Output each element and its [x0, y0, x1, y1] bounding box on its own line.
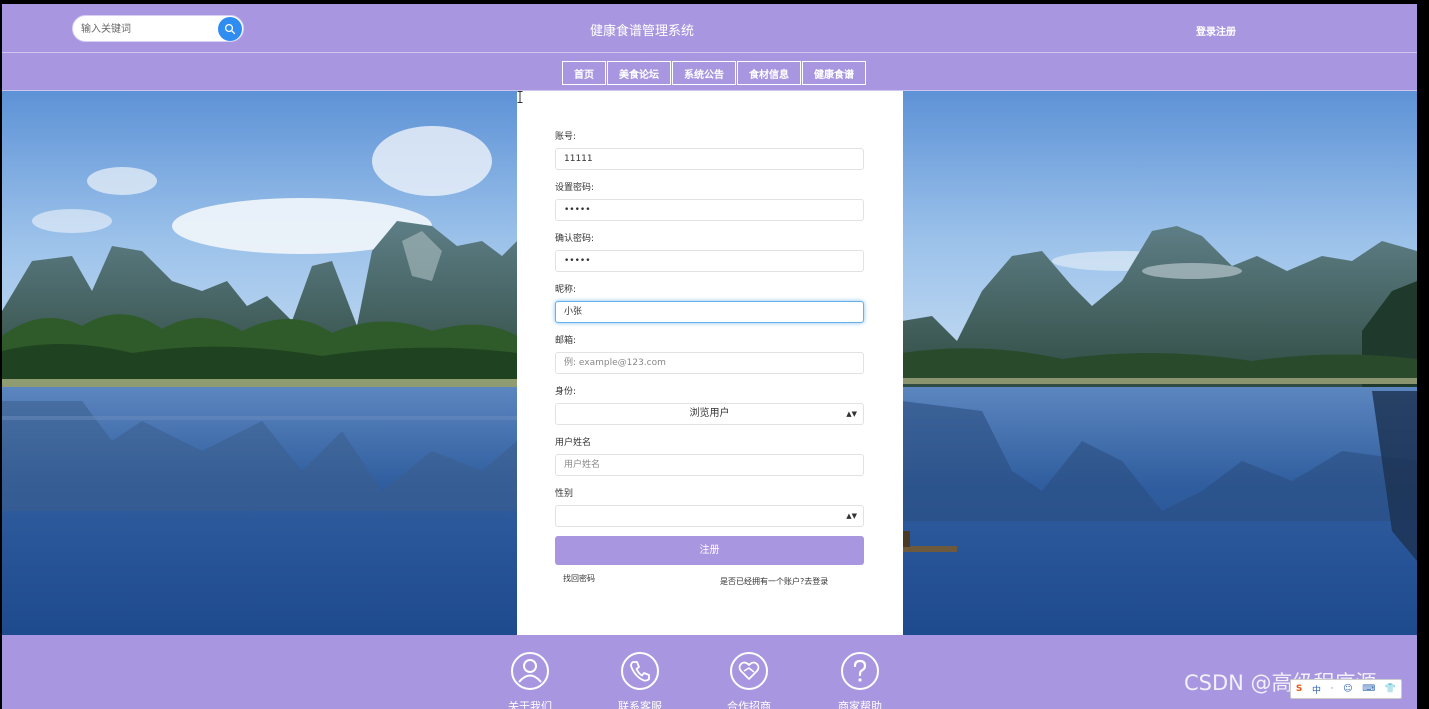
nav-announcements[interactable]: 系统公告 [672, 61, 736, 85]
identity-select-value: 浏览用户 [689, 408, 730, 419]
password-label: 设置密码: [555, 183, 595, 193]
footer-label: 合作招商 [727, 700, 771, 709]
ime-logo-icon: S [1295, 684, 1303, 694]
ime-skin-icon[interactable]: 👕 [1385, 684, 1396, 694]
nav-food-forum[interactable]: 美食论坛 [607, 61, 671, 85]
handshake-icon [730, 652, 768, 690]
hero-background: 账号: 11111 设置密码: ••••• 确认密码: ••••• 昵称: 小张… [2, 91, 1417, 635]
site-title: 健康食谱管理系统 [589, 24, 694, 39]
text-cursor-icon [517, 91, 523, 103]
ime-toolbar[interactable]: S 中 · ☺ ⌨ 👕 [1290, 679, 1402, 699]
ime-punct[interactable]: · [1331, 684, 1334, 694]
account-label: 账号: [555, 132, 577, 142]
ime-keyboard-icon[interactable]: ⌨ [1362, 684, 1375, 694]
nav-home[interactable]: 首页 [562, 61, 606, 85]
help-icon [841, 652, 879, 690]
top-header: 健康食谱管理系统 登录注册 [2, 4, 1417, 52]
footer-label: 关于我们 [508, 700, 552, 709]
select-arrows-icon: ▲▼ [846, 410, 857, 418]
phone-icon [621, 652, 659, 690]
forgot-password-link[interactable]: 找回密码 [563, 573, 595, 584]
footer-label: 商家帮助 [838, 700, 882, 709]
footer-about-us[interactable]: 关于我们 [490, 651, 570, 709]
identity-label: 身份: [555, 387, 577, 397]
person-icon [511, 652, 549, 690]
email-label: 邮箱: [555, 336, 577, 346]
footer-merchant-help[interactable]: 商家帮助 [820, 651, 900, 709]
nav-healthy-recipes[interactable]: 健康食谱 [802, 61, 866, 85]
register-form-panel: 账号: 11111 设置密码: ••••• 确认密码: ••••• 昵称: 小张… [517, 91, 903, 635]
realname-input[interactable] [555, 454, 864, 476]
nickname-input[interactable]: 小张 [555, 301, 864, 323]
realname-label: 用户姓名 [555, 438, 592, 448]
footer-label: 联系客服 [618, 700, 662, 709]
password-input[interactable]: ••••• [555, 199, 864, 221]
gender-label: 性别 [555, 489, 574, 499]
nickname-label: 昵称: [555, 285, 577, 295]
confirm-password-input[interactable]: ••••• [555, 250, 864, 272]
login-register-link[interactable]: 登录注册 [1196, 23, 1236, 38]
nav-ingredients[interactable]: 食材信息 [737, 61, 801, 85]
gender-select[interactable]: ▲▼ [555, 505, 864, 527]
footer-partnership[interactable]: 合作招商 [709, 651, 789, 709]
select-arrows-icon: ▲▼ [846, 512, 857, 520]
ime-mode[interactable]: 中 [1312, 683, 1321, 696]
account-input[interactable]: 11111 [555, 148, 864, 170]
footer-contact-service[interactable]: 联系客服 [600, 651, 680, 709]
main-nav: 首页 美食论坛 系统公告 食材信息 健康食谱 [2, 52, 1417, 91]
ime-emoji-icon[interactable]: ☺ [1343, 684, 1352, 694]
identity-select[interactable]: 浏览用户 ▲▼ [555, 403, 864, 425]
register-button[interactable]: 注册 [555, 536, 864, 565]
nav-items: 首页 美食论坛 系统公告 食材信息 健康食谱 [562, 61, 867, 85]
confirm-password-label: 确认密码: [555, 234, 595, 244]
email-input[interactable] [555, 352, 864, 374]
go-login-link[interactable]: 是否已经拥有一个账户?去登录 [720, 576, 828, 587]
browser-viewport: 健康食谱管理系统 登录注册 首页 美食论坛 系统公告 食材信息 健康食谱 [2, 4, 1417, 709]
